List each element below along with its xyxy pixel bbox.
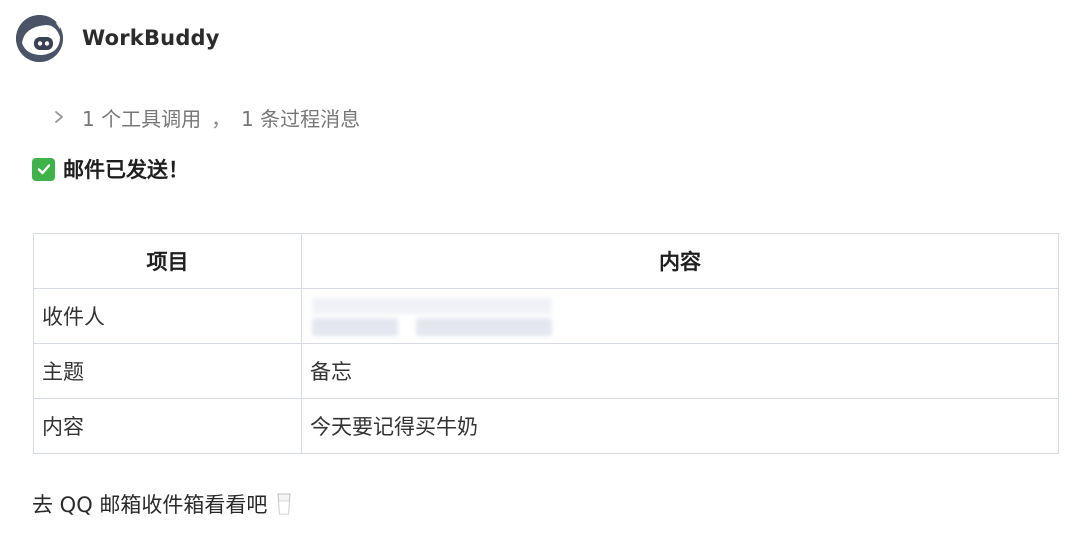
robot-icon — [16, 14, 63, 62]
column-header-content: 内容 — [301, 233, 1059, 289]
column-header-item: 项目 — [33, 233, 302, 289]
cell-item-content: 内容 — [33, 398, 302, 454]
cell-item-recipient: 收件人 — [33, 288, 302, 344]
tool-summary-toggle[interactable]: 1 个工具调用 ， 1 条过程消息 — [52, 102, 360, 132]
footer-message: 去 QQ 邮箱收件箱看看吧 — [32, 487, 293, 521]
process-messages-count: 1 条过程消息 — [241, 106, 361, 131]
cell-item-subject: 主题 — [33, 343, 302, 399]
table-row: 主题 备忘 — [33, 343, 1059, 399]
chat-message: WorkBuddy 1 个工具调用 ， 1 条过程消息 邮件已发送！ 项目 内容… — [0, 0, 1080, 536]
chevron-right-icon — [55, 111, 63, 123]
redacted-recipient — [310, 294, 560, 338]
summary-separator: ， — [211, 106, 232, 131]
tool-calls-count: 1 个工具调用 — [82, 106, 202, 131]
cell-content-subject: 备忘 — [301, 343, 1059, 399]
footer-text: 去 QQ 邮箱收件箱看看吧 — [32, 493, 268, 517]
message-header: WorkBuddy — [16, 14, 220, 62]
milk-glass-icon — [277, 493, 291, 515]
status-text: 邮件已发送！ — [63, 158, 189, 182]
app-name: WorkBuddy — [82, 26, 220, 50]
email-details-table: 项目 内容 收件人 主题 备忘 内容 今天要记得买牛奶 — [33, 233, 1059, 454]
avatar[interactable] — [16, 14, 63, 62]
status-line: 邮件已发送！ — [32, 152, 189, 186]
table-row: 内容 今天要记得买牛奶 — [33, 398, 1059, 454]
table-header-row: 项目 内容 — [33, 233, 1059, 289]
table-row: 收件人 — [33, 288, 1059, 344]
cell-content-body: 今天要记得买牛奶 — [301, 398, 1059, 454]
check-mark-button-icon — [32, 157, 55, 181]
cell-content-recipient — [301, 288, 1059, 344]
